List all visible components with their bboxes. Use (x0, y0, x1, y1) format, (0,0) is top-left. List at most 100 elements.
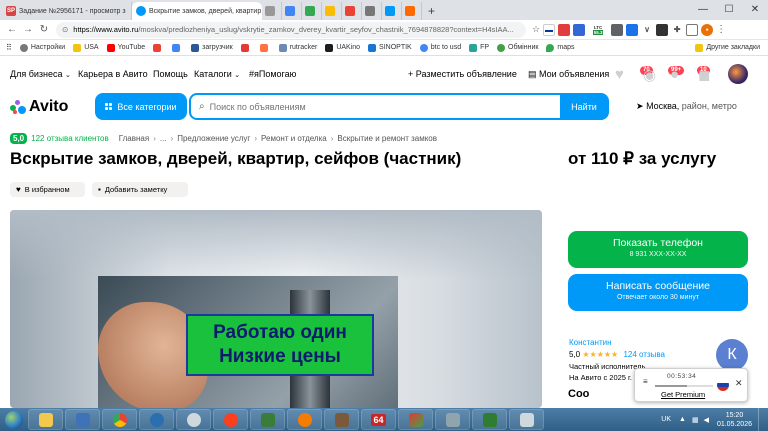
taskbar-window[interactable] (509, 409, 544, 430)
chat-bubble-icon[interactable]: ● (670, 66, 679, 83)
close-icon[interactable]: ✕ (735, 378, 743, 389)
seller-avatar[interactable]: К (716, 339, 748, 371)
tab-mini-8[interactable] (402, 2, 422, 20)
tab-task[interactable]: SP Задание №2956171 - просмотр з (2, 2, 132, 20)
taskbar-explorer[interactable] (28, 409, 63, 430)
menu-icon[interactable]: ≡ (643, 377, 648, 386)
bookmark-fp[interactable]: FP (469, 43, 489, 52)
bookmark-loader[interactable]: загрузчик (191, 43, 233, 52)
search-input[interactable] (209, 101, 607, 112)
cart-icon[interactable]: ◼ (698, 66, 710, 84)
listing-photo[interactable]: Работаю один Низкие цены (10, 210, 542, 408)
taskbar-terminal[interactable] (472, 409, 507, 430)
send-message-button[interactable]: Написать сообщение Отвечает около 30 мин… (568, 274, 748, 311)
maximize-icon[interactable]: ☐ (716, 0, 742, 20)
bookmark-other[interactable]: Другие закладки (695, 43, 760, 52)
taskbar-aida64[interactable]: 64 (361, 409, 396, 430)
minimize-icon[interactable]: — (690, 0, 716, 20)
tab-mini-7[interactable] (382, 2, 402, 20)
bookmark-usa[interactable]: USA (73, 43, 99, 52)
breadcrumb-locks[interactable]: Вскрытие и ремонт замков (337, 134, 437, 143)
breadcrumb-ellipsis[interactable]: ... (160, 134, 167, 143)
user-avatar[interactable] (728, 64, 748, 84)
shield-ext-icon[interactable] (558, 23, 571, 36)
bookmark-uakino[interactable]: UAKino (325, 43, 360, 52)
clock[interactable]: 15:20 01.05.2026 (717, 411, 752, 429)
side-panel-icon[interactable] (686, 23, 699, 36)
breadcrumb-services[interactable]: Предложение услуг (177, 134, 250, 143)
show-phone-button[interactable]: Показать телефон 8 931 XXX-XX-XX (568, 231, 748, 268)
russia-flag-icon[interactable] (717, 379, 729, 391)
breadcrumb-repair[interactable]: Ремонт и отделка (261, 134, 327, 143)
get-premium-link[interactable]: Get Premium (661, 390, 705, 399)
recorder-progress[interactable] (655, 385, 713, 387)
seller-reviews-link[interactable]: 124 отзыва (623, 350, 665, 359)
language-indicator[interactable]: UK (661, 416, 671, 423)
star-bookmark-icon[interactable]: ☆ (532, 24, 540, 35)
bookmark-exchange[interactable]: Обмінник (497, 43, 538, 52)
my-ads-link[interactable]: ▤ Мои объявления (528, 69, 609, 80)
bookmark-youtube[interactable]: YouTube (106, 43, 145, 52)
bookmark-btc[interactable]: btc to usd (419, 43, 461, 52)
menu-career[interactable]: Карьера в Авито (78, 69, 148, 79)
profile-avatar-icon[interactable]: ● (701, 23, 714, 36)
seller-name[interactable]: Константин (569, 338, 612, 347)
apps-grid-icon[interactable]: ⠿ (6, 43, 12, 52)
favorites-heart-icon[interactable]: ♥ (615, 66, 624, 83)
tab-mini-4[interactable] (322, 2, 342, 20)
volume-icon[interactable]: ◀ (704, 416, 709, 424)
client-reviews-link[interactable]: 122 отзыва клиентов (31, 134, 109, 143)
menu-help[interactable]: Помощь (153, 69, 188, 79)
taskbar-chrome[interactable] (102, 409, 137, 430)
location-selector[interactable]: ➤ Москва, район, метро (636, 101, 737, 112)
bookmark-maps[interactable]: maps (546, 43, 575, 52)
tab-mini-1[interactable] (262, 2, 282, 20)
notifications-icon[interactable]: ◉ (643, 66, 656, 84)
globe-ext-icon[interactable] (611, 23, 624, 36)
close-window-icon[interactable]: ✕ (742, 0, 768, 20)
url-field[interactable]: ⊙ https://www.avito.ru/moskva/predlozhen… (56, 21, 526, 38)
favorite-button[interactable]: ♥ В избранном (10, 182, 85, 197)
flag-ext-icon[interactable] (543, 23, 556, 36)
avito-logo[interactable]: Avito (10, 98, 68, 116)
taskbar-gpu[interactable] (250, 409, 285, 430)
taskbar-app-grid[interactable] (435, 409, 470, 430)
bookmark-sinoptik[interactable]: SINOPTIK (368, 43, 412, 52)
taskbar-app-mix[interactable] (398, 409, 433, 430)
taskbar-media[interactable] (287, 409, 322, 430)
tab-mini-3[interactable] (302, 2, 322, 20)
tab-avito[interactable]: Вскрытие замков, дверей, квартир ✕ (132, 2, 262, 20)
bookmark-settings[interactable]: Настройки (19, 43, 65, 52)
network-icon[interactable]: ▦ (692, 416, 699, 424)
start-button[interactable] (0, 408, 28, 431)
taskbar-app-x[interactable] (324, 409, 359, 430)
show-desktop-button[interactable] (758, 408, 768, 431)
bookmark-red[interactable] (240, 43, 252, 52)
all-categories-button[interactable]: Все категории (95, 93, 187, 120)
site-info-icon[interactable]: ⊙ (62, 25, 68, 34)
ltc-ext-icon[interactable]: LTC 55.3 (588, 23, 609, 36)
tab-mini-6[interactable] (362, 2, 382, 20)
menu-business[interactable]: Для бизнеса ⌄ (10, 69, 71, 79)
dark-ext-icon[interactable] (656, 23, 669, 36)
taskbar-yandex[interactable] (213, 409, 248, 430)
puzzle-ext-icon[interactable]: ✚ (671, 23, 684, 36)
bookmark-gmail[interactable] (153, 43, 164, 52)
tab-mini-2[interactable] (282, 2, 302, 20)
taskbar-app-w[interactable] (65, 409, 100, 430)
bookmark-orange[interactable] (259, 43, 271, 52)
check-ext-icon[interactable] (626, 23, 639, 36)
tray-arrow-icon[interactable]: ▲ (679, 416, 686, 423)
v-ext-icon[interactable]: ∨ (641, 23, 654, 36)
back-icon[interactable]: ← (4, 24, 20, 35)
forward-icon[interactable]: → (20, 24, 36, 35)
video-ext-icon[interactable] (573, 23, 586, 36)
menu-dots-icon[interactable]: ⋮ (716, 24, 726, 35)
add-note-button[interactable]: ▪ Добавить заметку (92, 182, 188, 197)
post-ad-link[interactable]: + Разместить объявление (408, 69, 517, 79)
search-button[interactable]: Найти (560, 93, 608, 120)
breadcrumb-home[interactable]: Главная (119, 134, 149, 143)
reload-icon[interactable]: ↻ (36, 24, 52, 35)
menu-catalogs[interactable]: Каталоги ⌄ (194, 69, 240, 79)
menu-help-tag[interactable]: #яПомогаю (249, 69, 296, 79)
